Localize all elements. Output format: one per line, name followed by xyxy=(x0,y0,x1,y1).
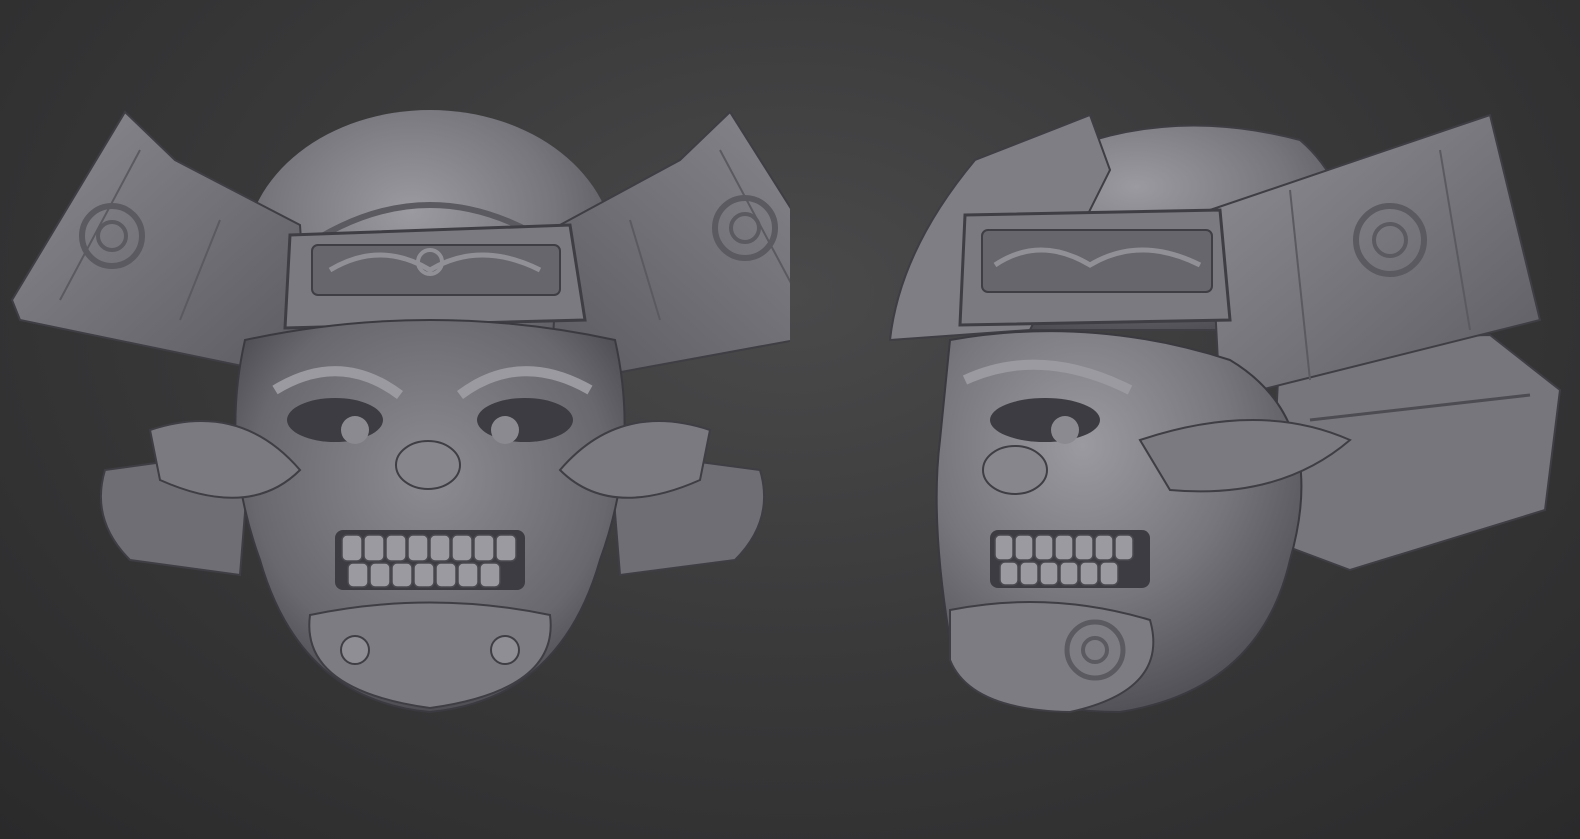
side-view-sculpt xyxy=(888,113,1562,714)
side-view-render xyxy=(790,0,1580,839)
front-view-sculpt xyxy=(10,110,790,714)
skull-teeth-side xyxy=(990,530,1150,588)
skull-teeth xyxy=(335,530,525,590)
helmet-headband xyxy=(283,223,587,330)
helmet-headband-side xyxy=(958,208,1232,327)
front-view-render xyxy=(0,0,790,839)
sculpt-viewport xyxy=(0,0,1580,839)
